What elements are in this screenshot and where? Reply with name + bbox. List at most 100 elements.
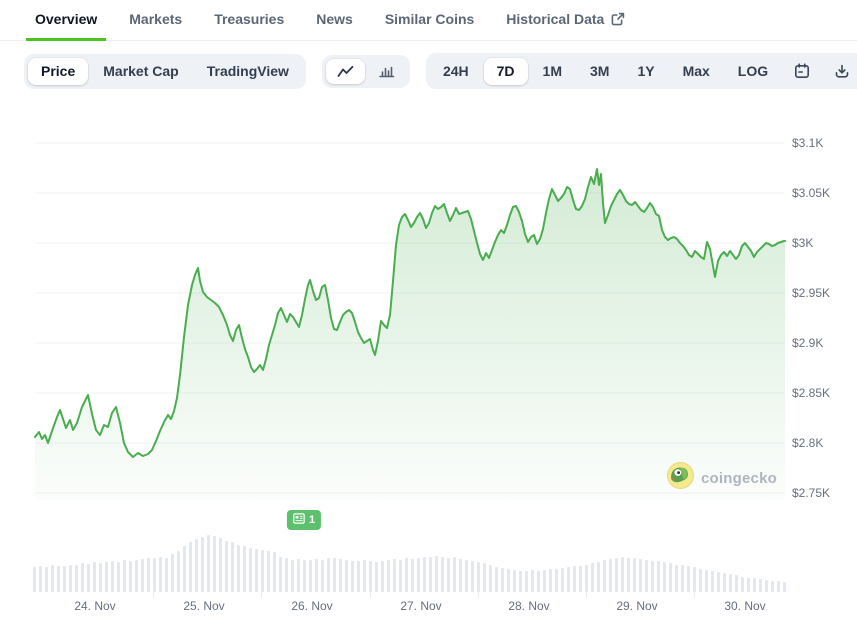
volume-bar <box>495 567 498 592</box>
volume-bar <box>579 566 582 592</box>
price-chart-plot-area[interactable] <box>35 128 785 500</box>
volume-bar <box>483 563 486 592</box>
line-chart-icon <box>337 65 354 78</box>
log-scale-button[interactable]: LOG <box>725 58 781 85</box>
y-axis-label: $2.9K <box>792 336 823 350</box>
volume-bar <box>591 563 594 592</box>
bar-chart-icon <box>378 65 395 78</box>
volume-bar <box>87 564 90 592</box>
range-max-button[interactable]: Max <box>670 58 723 85</box>
volume-bar <box>285 558 288 592</box>
day-separator-tick <box>261 585 262 598</box>
volume-bar <box>243 546 246 592</box>
bar-chart-type-button[interactable] <box>367 59 406 84</box>
tab-historical-data[interactable]: Historical Data <box>497 0 634 41</box>
volume-bar <box>231 542 234 592</box>
metric-market-cap-button[interactable]: Market Cap <box>90 58 191 85</box>
volume-bar <box>321 560 324 592</box>
volume-bar <box>717 572 720 592</box>
volume-bar <box>771 581 774 592</box>
volume-bar <box>609 559 612 592</box>
volume-bar <box>657 561 660 592</box>
news-annotation-badge[interactable]: 1 <box>287 510 321 530</box>
volume-bar <box>567 567 570 592</box>
volume-bar <box>45 567 48 592</box>
volume-bar <box>165 558 168 592</box>
x-axis-label: 26. Nov <box>291 599 332 613</box>
volume-bar <box>705 570 708 592</box>
y-axis-label: $2.95K <box>792 286 830 300</box>
volume-bar <box>105 562 108 592</box>
volume-bar <box>561 568 564 592</box>
volume-bar <box>711 571 714 592</box>
volume-bar <box>777 581 780 592</box>
price-line-chart <box>35 128 785 500</box>
volume-bar <box>141 559 144 592</box>
volume-bar <box>351 561 354 592</box>
volume-bar <box>99 563 102 592</box>
range-1y-button[interactable]: 1Y <box>624 58 667 85</box>
calendar-icon <box>794 63 810 79</box>
volume-bar <box>327 558 330 592</box>
volume-bar <box>723 573 726 592</box>
external-link-icon <box>611 12 625 26</box>
volume-bar <box>759 579 762 592</box>
volume-bar <box>309 560 312 592</box>
volume-bar <box>345 560 348 592</box>
news-count: 1 <box>309 514 315 526</box>
tab-treasuries[interactable]: Treasuries <box>205 0 293 41</box>
volume-bar <box>627 558 630 592</box>
volume-bar <box>645 560 648 592</box>
y-axis-price-labels: $3.1K$3.05K$3K$2.95K$2.9K$2.85K$2.8K$2.7… <box>792 128 852 500</box>
volume-bar <box>663 562 666 592</box>
x-axis-label: 24. Nov <box>74 599 115 613</box>
tab-markets[interactable]: Markets <box>120 0 191 41</box>
metric-tradingview-button[interactable]: TradingView <box>194 58 302 85</box>
y-axis-label: $3K <box>792 236 813 250</box>
range-1m-button[interactable]: 1M <box>530 58 575 85</box>
download-chart-button[interactable] <box>823 58 857 85</box>
volume-bar <box>333 558 336 592</box>
newspaper-icon <box>293 513 305 527</box>
line-chart-type-button[interactable] <box>326 59 365 84</box>
volume-bar <box>399 560 402 592</box>
volume-bar <box>201 537 204 592</box>
volume-bar <box>363 560 366 592</box>
volume-bar <box>489 565 492 592</box>
date-range-picker-button[interactable] <box>783 57 821 85</box>
volume-bar <box>465 560 468 592</box>
tab-overview[interactable]: Overview <box>26 0 106 41</box>
volume-bar <box>471 561 474 592</box>
range-24h-button[interactable]: 24H <box>430 58 482 85</box>
volume-bar <box>573 566 576 592</box>
range-3m-button[interactable]: 3M <box>577 58 622 85</box>
volume-bar <box>453 557 456 592</box>
volume-bar <box>117 562 120 592</box>
metric-price-button[interactable]: Price <box>28 58 88 85</box>
volume-bar <box>411 559 414 592</box>
volume-bar <box>501 568 504 592</box>
coingecko-watermark: coingecko <box>667 462 777 494</box>
volume-bar <box>513 570 516 592</box>
volume-bar <box>621 557 624 592</box>
volume-bar <box>267 551 270 592</box>
volume-bar <box>291 560 294 592</box>
range-segmented-control: 24H 7D 1M 3M 1Y Max LOG <box>426 53 857 89</box>
volume-bar <box>189 542 192 592</box>
volume-bar <box>537 571 540 592</box>
volume-bar <box>741 577 744 592</box>
volume-bar <box>381 561 384 592</box>
volume-bar <box>129 561 132 592</box>
tab-similar-coins[interactable]: Similar Coins <box>376 0 483 41</box>
volume-bar <box>375 562 378 592</box>
volume-bar <box>549 569 552 592</box>
volume-bar <box>81 563 84 592</box>
range-7d-button[interactable]: 7D <box>484 58 528 85</box>
volume-bar <box>51 565 54 592</box>
tab-news[interactable]: News <box>307 0 362 41</box>
volume-bar <box>441 557 444 592</box>
metric-segmented-control: Price Market Cap TradingView <box>24 54 306 89</box>
volume-bar <box>33 567 36 592</box>
volume-bar <box>315 559 318 592</box>
volume-bar <box>765 580 768 592</box>
